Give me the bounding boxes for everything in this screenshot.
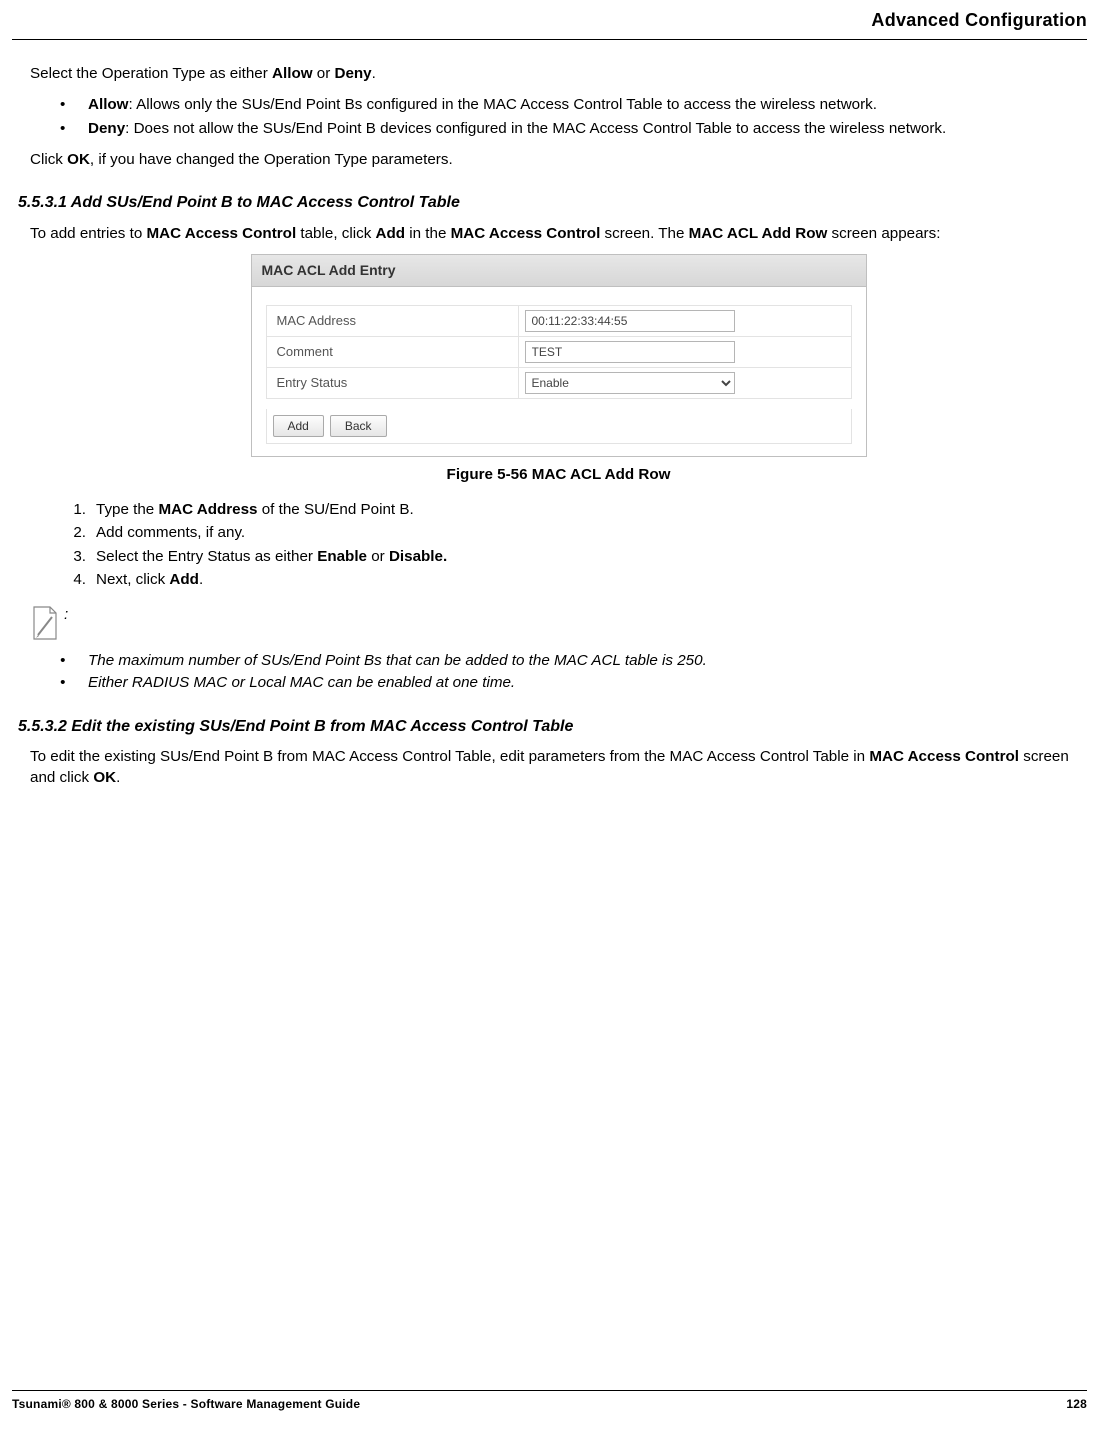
text: : Does not allow the SUs/End Point B dev… [125,120,946,137]
text-bold: Add [169,571,199,588]
list-number: 4. [60,570,96,591]
text-bold: Allow [272,65,313,82]
add-button[interactable]: Add [273,415,324,437]
figure-caption: Figure 5-56 MAC ACL Add Row [18,465,1099,486]
text: or [367,548,389,565]
text: To edit the existing SUs/End Point B fro… [30,748,869,765]
entry-status-select[interactable]: Enable [525,372,735,394]
text: screen appears: [827,225,940,242]
footer-guide-title: Tsunami® 800 & 8000 Series - Software Ma… [12,1397,360,1411]
paragraph-operation-type: Select the Operation Type as either Allo… [30,64,1099,85]
text-bold: MAC Access Control [147,225,297,242]
comment-label: Comment [266,337,518,368]
list-item: 4. Next, click Add. [60,570,1099,591]
text-bold: OK [67,151,90,168]
list-number: 2. [60,523,96,544]
bullet-marker: • [60,95,88,116]
list-number: 3. [60,547,96,568]
list-number: 1. [60,500,96,521]
text-bold: OK [93,769,116,786]
text: Add comments, if any. [96,524,245,541]
text: . [116,769,120,786]
text: To add entries to [30,225,147,242]
list-item: 2. Add comments, if any. [60,523,1099,544]
text: Next, click [96,571,169,588]
paragraph-click-ok: Click OK, if you have changed the Operat… [30,150,1099,171]
section-heading-add: 5.5.3.1 Add SUs/End Point B to MAC Acces… [18,192,1099,214]
text-bold: MAC Address [158,501,257,518]
footer-page-number: 128 [1066,1397,1087,1411]
entry-status-label: Entry Status [266,368,518,399]
page-content: Select the Operation Type as either Allo… [0,40,1099,788]
text: Either RADIUS MAC or Local MAC can be en… [88,673,1099,694]
page-header-title: Advanced Configuration [0,10,1099,39]
text-bold: Deny [88,120,125,137]
text: Select the Entry Status as either [96,548,317,565]
text-bold: Deny [334,65,371,82]
bullet-marker: • [60,673,88,694]
dialog-row-mac: MAC Address [266,305,852,337]
mac-acl-add-entry-dialog: MAC ACL Add Entry MAC Address Comment En… [251,254,867,457]
text: Click [30,151,67,168]
text-bold: Add [376,225,406,242]
text: . [372,65,376,82]
text: table, click [296,225,375,242]
text-bold: Enable [317,548,367,565]
text: or [313,65,335,82]
back-button[interactable]: Back [330,415,387,437]
bullet-item: • Deny: Does not allow the SUs/End Point… [60,119,1099,140]
text-bold: MAC Access Control [451,225,601,242]
text: The maximum number of SUs/End Point Bs t… [88,651,1099,672]
bullet-item: • Allow: Allows only the SUs/End Point B… [60,95,1099,116]
list-item: 1. Type the MAC Address of the SU/End Po… [60,500,1099,521]
text: Type the [96,501,158,518]
comment-input[interactable] [525,341,735,363]
text: : Allows only the SUs/End Point Bs confi… [129,96,877,113]
list-item: 3. Select the Entry Status as either Ena… [60,547,1099,568]
note-colon: : [64,605,68,626]
figure-dialog-wrap: MAC ACL Add Entry MAC Address Comment En… [18,254,1099,457]
text: screen. The [600,225,688,242]
text: Select the Operation Type as either [30,65,272,82]
dialog-row-comment: Comment [266,337,852,368]
note-block: : [30,605,1099,641]
text: of the SU/End Point B. [258,501,414,518]
page-footer: Tsunami® 800 & 8000 Series - Software Ma… [0,1390,1099,1411]
bullet-item: • Either RADIUS MAC or Local MAC can be … [60,673,1099,694]
footer-rule [12,1390,1087,1391]
text-bold: MAC Access Control [869,748,1019,765]
note-icon [30,605,58,641]
text: in the [405,225,451,242]
bullet-list-allow-deny: • Allow: Allows only the SUs/End Point B… [60,95,1099,140]
paragraph-edit: To edit the existing SUs/End Point B fro… [30,747,1099,788]
dialog-title: MAC ACL Add Entry [252,255,866,287]
bullet-marker: • [60,651,88,672]
dialog-body: MAC Address Comment Entry Status Enable [252,287,866,456]
dialog-button-row: Add Back [266,409,852,444]
text: , if you have changed the Operation Type… [90,151,453,168]
text-bold: Allow [88,96,129,113]
paragraph-add-entries: To add entries to MAC Access Control tab… [30,224,1099,245]
bullet-marker: • [60,119,88,140]
mac-address-label: MAC Address [266,305,518,337]
mac-address-input[interactable] [525,310,735,332]
text-bold: Disable. [389,548,447,565]
ordered-list-steps: 1. Type the MAC Address of the SU/End Po… [60,500,1099,591]
text: . [199,571,203,588]
note-bullet-list: • The maximum number of SUs/End Point Bs… [60,651,1099,694]
section-heading-edit: 5.5.3.2 Edit the existing SUs/End Point … [18,716,1099,738]
text-bold: MAC ACL Add Row [689,225,828,242]
bullet-item: • The maximum number of SUs/End Point Bs… [60,651,1099,672]
dialog-row-status: Entry Status Enable [266,368,852,399]
